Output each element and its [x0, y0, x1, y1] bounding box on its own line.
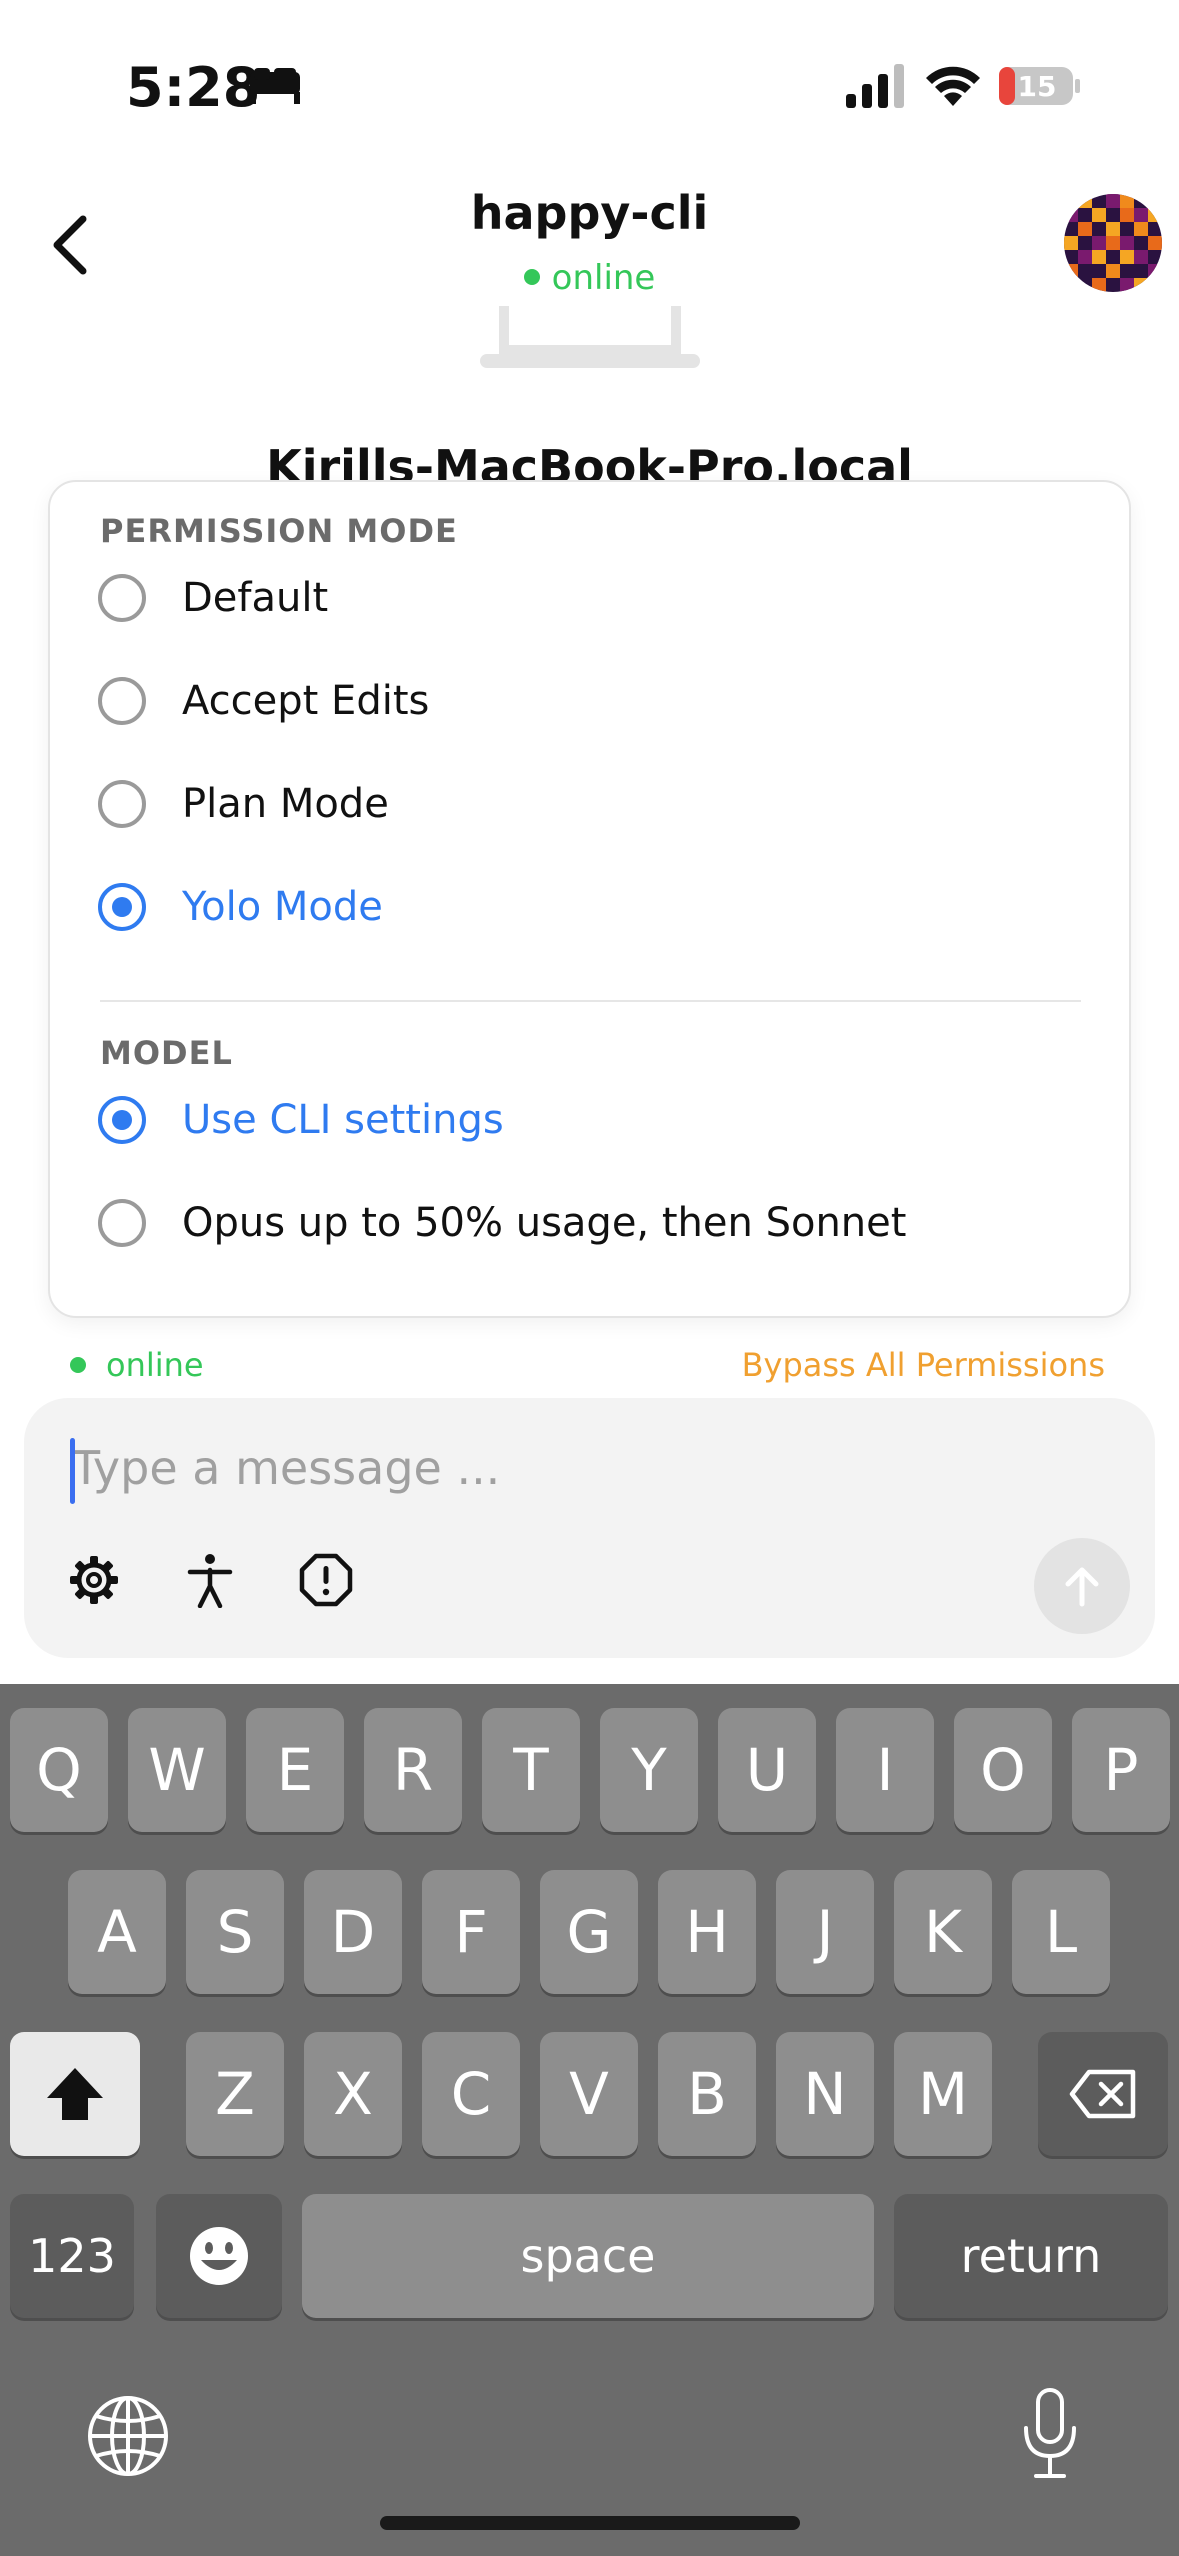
- key-i[interactable]: I: [836, 1708, 934, 1832]
- agent-button[interactable]: [178, 1548, 242, 1612]
- key-h[interactable]: H: [658, 1870, 756, 1994]
- settings-button[interactable]: [62, 1548, 126, 1612]
- page-title: happy-cli: [470, 186, 709, 240]
- microphone-icon: [1024, 2388, 1076, 2478]
- option-label: Plan Mode: [182, 781, 389, 827]
- radio-unselected: [98, 780, 146, 828]
- key-y[interactable]: Y: [600, 1708, 698, 1832]
- radio-selected: [98, 1096, 146, 1144]
- key-f[interactable]: F: [422, 1870, 520, 1994]
- numbers-key[interactable]: 123: [10, 2194, 134, 2318]
- key-e[interactable]: E: [246, 1708, 344, 1832]
- key-s[interactable]: S: [186, 1870, 284, 1994]
- key-k[interactable]: K: [894, 1870, 992, 1994]
- arrow-up-icon: [1065, 1567, 1099, 1607]
- return-key[interactable]: return: [894, 2194, 1168, 2318]
- permission-option-yolo-mode[interactable]: Yolo Mode: [98, 867, 1078, 947]
- key-u[interactable]: U: [718, 1708, 816, 1832]
- key-t[interactable]: T: [482, 1708, 580, 1832]
- key-n[interactable]: N: [776, 2032, 874, 2156]
- gear-icon: [70, 1556, 118, 1604]
- emoji-key[interactable]: [156, 2194, 282, 2318]
- key-p[interactable]: P: [1072, 1708, 1170, 1832]
- space-key[interactable]: space: [302, 2194, 874, 2318]
- status-bar: 5:28 15: [0, 0, 1179, 170]
- wifi-icon: [926, 66, 980, 106]
- option-label: Yolo Mode: [182, 884, 383, 930]
- radio-unselected: [98, 677, 146, 725]
- connection-status: online: [70, 1346, 204, 1384]
- globe-icon: [88, 2396, 168, 2476]
- system-keyboard: Q W E R T Y U I O P A S D F G H J K L Z …: [0, 1684, 1179, 2556]
- session-options-popup: PERMISSION MODE Default Accept Edits Pla…: [48, 480, 1131, 1318]
- option-label: Default: [182, 575, 329, 621]
- key-q[interactable]: Q: [10, 1708, 108, 1832]
- laptop-icon: [480, 306, 700, 368]
- key-g[interactable]: G: [540, 1870, 638, 1994]
- permission-option-plan-mode[interactable]: Plan Mode: [98, 764, 1078, 844]
- key-b[interactable]: B: [658, 2032, 756, 2156]
- avatar-pattern: [1064, 194, 1162, 292]
- model-option-opus-then-sonnet[interactable]: Opus up to 50% usage, then Sonnet: [98, 1183, 1078, 1263]
- option-label: Accept Edits: [182, 678, 430, 724]
- avatar[interactable]: [1064, 194, 1162, 292]
- key-l[interactable]: L: [1012, 1870, 1110, 1994]
- key-d[interactable]: D: [304, 1870, 402, 1994]
- person-icon: [187, 1554, 233, 1608]
- message-composer: [24, 1398, 1155, 1658]
- machine-name: Kirills-MacBook-Pro.local: [266, 440, 913, 484]
- session-status: online: [0, 258, 1179, 298]
- text-caret: [70, 1438, 75, 1504]
- section-divider: [100, 1000, 1081, 1002]
- status-time: 5:28: [126, 56, 261, 119]
- shift-arrow-icon: [47, 2068, 103, 2120]
- session-status-label: online: [551, 258, 656, 298]
- key-o[interactable]: O: [954, 1708, 1052, 1832]
- radio-selected: [98, 883, 146, 931]
- key-m[interactable]: M: [894, 2032, 992, 2156]
- send-button[interactable]: [1034, 1538, 1130, 1634]
- permission-option-accept-edits[interactable]: Accept Edits: [98, 661, 1078, 741]
- key-w[interactable]: W: [128, 1708, 226, 1832]
- sleep-focus-icon: [250, 68, 300, 104]
- model-option-cli-settings[interactable]: Use CLI settings: [98, 1080, 1078, 1160]
- key-z[interactable]: Z: [186, 2032, 284, 2156]
- key-x[interactable]: X: [304, 2032, 402, 2156]
- battery-level: 15: [1017, 69, 1057, 103]
- radio-unselected: [98, 574, 146, 622]
- backspace-icon: [1069, 2069, 1136, 2119]
- home-indicator[interactable]: [380, 2516, 800, 2530]
- option-label: Opus up to 50% usage, then Sonnet: [182, 1200, 907, 1246]
- radio-unselected: [98, 1199, 146, 1247]
- connection-status-label: online: [106, 1346, 204, 1384]
- permission-mode-badge: Bypass All Permissions: [741, 1346, 1105, 1384]
- key-a[interactable]: A: [68, 1870, 166, 1994]
- key-r[interactable]: R: [364, 1708, 462, 1832]
- permission-option-default[interactable]: Default: [98, 558, 1078, 638]
- message-input[interactable]: [72, 1428, 1052, 1508]
- cellular-signal-icon: [846, 64, 904, 108]
- dictation-button[interactable]: [1002, 2384, 1098, 2484]
- alert-button[interactable]: [294, 1548, 358, 1612]
- emoji-icon: [190, 2227, 248, 2285]
- online-dot: [70, 1357, 86, 1373]
- key-v[interactable]: V: [540, 2032, 638, 2156]
- option-label: Use CLI settings: [182, 1097, 504, 1143]
- alert-octagon-icon: [299, 1553, 353, 1607]
- key-c[interactable]: C: [422, 2032, 520, 2156]
- shift-key[interactable]: [10, 2032, 140, 2156]
- globe-button[interactable]: [80, 2388, 176, 2484]
- delete-key[interactable]: [1038, 2032, 1168, 2156]
- key-j[interactable]: J: [776, 1870, 874, 1994]
- permission-mode-heading: PERMISSION MODE: [100, 512, 458, 550]
- model-heading: MODEL: [100, 1034, 233, 1072]
- online-dot: [523, 268, 540, 285]
